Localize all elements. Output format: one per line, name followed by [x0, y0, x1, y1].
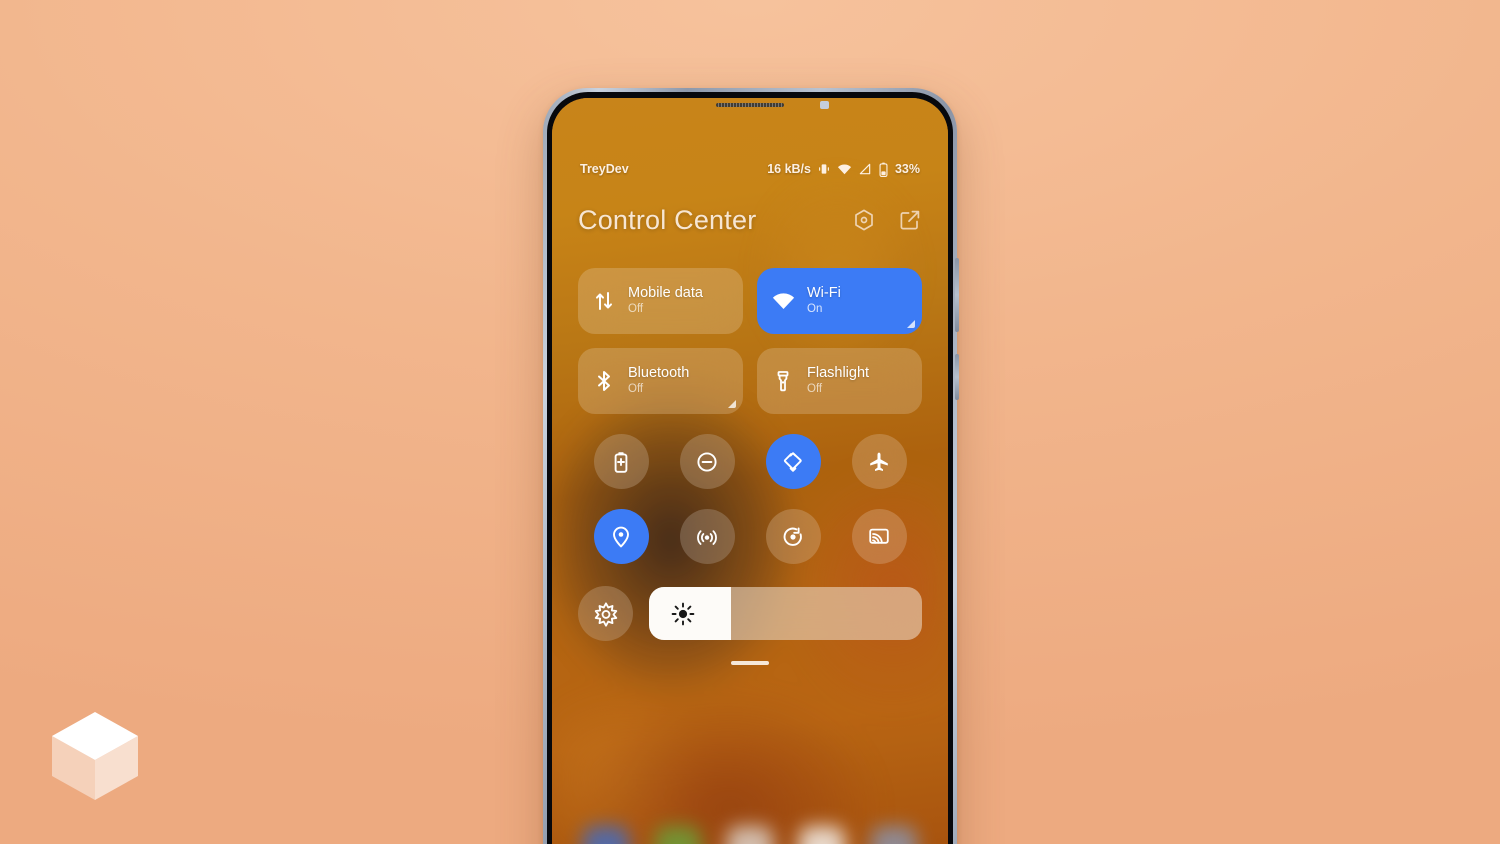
volume-button[interactable]	[955, 258, 959, 332]
mobile-data-icon	[591, 288, 617, 314]
vibrate-icon	[819, 164, 829, 174]
settings-hex-icon[interactable]	[852, 208, 876, 232]
location-icon	[613, 526, 629, 547]
battery-saver-icon	[614, 451, 628, 473]
circle-toggle-row-1	[578, 434, 922, 489]
tile-label: Bluetooth	[628, 365, 690, 382]
toggle-location[interactable]	[593, 509, 649, 564]
cube-logo	[44, 704, 146, 806]
airplane-mode-icon	[870, 452, 888, 471]
app-dock	[552, 826, 948, 844]
cast-icon	[869, 528, 889, 544]
front-camera	[820, 101, 829, 109]
tile-label: Mobile data	[628, 285, 703, 302]
bluetooth-icon	[591, 368, 617, 394]
wifi-icon	[837, 163, 852, 174]
toggle-battery-saver[interactable]	[593, 434, 649, 489]
phone-screen: TreyDev 16 kB/s 33% Control Center Mobil…	[552, 98, 948, 844]
panel-drag-handle[interactable]	[731, 661, 769, 665]
tile-label: Flashlight	[807, 365, 870, 382]
dock-app-icon[interactable]	[871, 826, 917, 844]
status-bar: TreyDev 16 kB/s 33%	[552, 156, 948, 182]
do-not-disturb-icon	[697, 451, 717, 472]
dock-app-icon[interactable]	[655, 826, 701, 844]
tile-expand-indicator[interactable]	[728, 400, 736, 408]
circle-toggle-row-2	[578, 509, 922, 564]
screen-record-icon	[783, 526, 802, 546]
battery-percent-label: 33%	[894, 162, 920, 176]
brightness-row	[578, 586, 922, 641]
network-speed-label: 16 kB/s	[767, 162, 811, 176]
tile-bluetooth[interactable]: Bluetooth Off	[578, 348, 743, 414]
tile-expand-indicator[interactable]	[907, 320, 915, 328]
toggle-auto-brightness[interactable]	[578, 586, 633, 641]
toggle-do-not-disturb[interactable]	[679, 434, 735, 489]
tile-state: Off	[807, 383, 823, 396]
toggle-auto-rotate[interactable]	[765, 434, 821, 489]
tile-state: Off	[628, 303, 644, 316]
signal-icon	[859, 163, 871, 175]
battery-icon	[879, 162, 888, 177]
earpiece-speaker	[716, 103, 784, 107]
quick-tiles-grid: Mobile data Off Wi-Fi On Bluetooth Off F…	[578, 268, 922, 414]
toggle-cast[interactable]	[851, 509, 907, 564]
cube-logo-icon	[52, 712, 138, 800]
control-center-panel: Control Center Mobile data Off Wi-Fi On …	[552, 194, 948, 665]
toggle-hotspot[interactable]	[679, 509, 735, 564]
auto-brightness-icon	[594, 601, 617, 627]
dock-app-icon[interactable]	[799, 826, 845, 844]
header-actions	[852, 208, 922, 232]
edit-icon[interactable]	[898, 208, 922, 232]
power-button[interactable]	[955, 354, 959, 400]
page-title: Control Center	[578, 204, 757, 235]
brightness-slider[interactable]	[649, 587, 922, 640]
phone-device: TreyDev 16 kB/s 33% Control Center Mobil…	[543, 88, 959, 844]
dock-app-icon[interactable]	[583, 826, 629, 844]
brightness-sun-icon	[671, 602, 695, 625]
hotspot-icon	[697, 529, 717, 545]
auto-rotate-icon	[783, 451, 802, 472]
tile-label: Wi-Fi	[807, 285, 841, 302]
tile-wifi[interactable]: Wi-Fi On	[757, 268, 922, 334]
tile-state: On	[807, 303, 823, 316]
tile-state: Off	[628, 383, 644, 396]
wifi-icon	[770, 288, 796, 314]
flashlight-icon	[770, 368, 796, 394]
tile-flashlight[interactable]: Flashlight Off	[757, 348, 922, 414]
toggle-airplane-mode[interactable]	[851, 434, 907, 489]
status-carrier-label: TreyDev	[580, 162, 629, 176]
dock-app-icon[interactable]	[727, 826, 773, 844]
control-center-header: Control Center	[578, 194, 922, 246]
toggle-screen-record[interactable]	[765, 509, 821, 564]
tile-mobile-data[interactable]: Mobile data Off	[578, 268, 743, 334]
